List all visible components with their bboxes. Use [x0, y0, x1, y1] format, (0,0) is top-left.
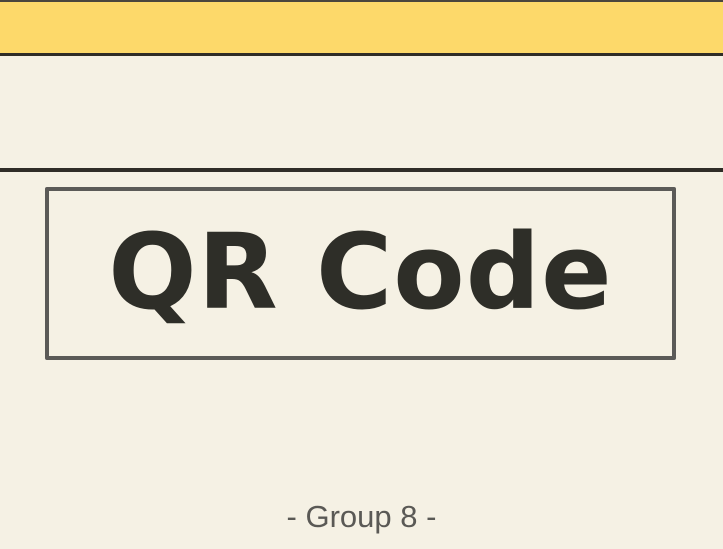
top-color-band	[0, 0, 723, 56]
title-frame: QR Code	[45, 187, 676, 360]
horizontal-divider	[0, 168, 723, 172]
slide-title: QR Code	[108, 210, 613, 333]
footer-label: - Group 8 -	[286, 499, 437, 534]
